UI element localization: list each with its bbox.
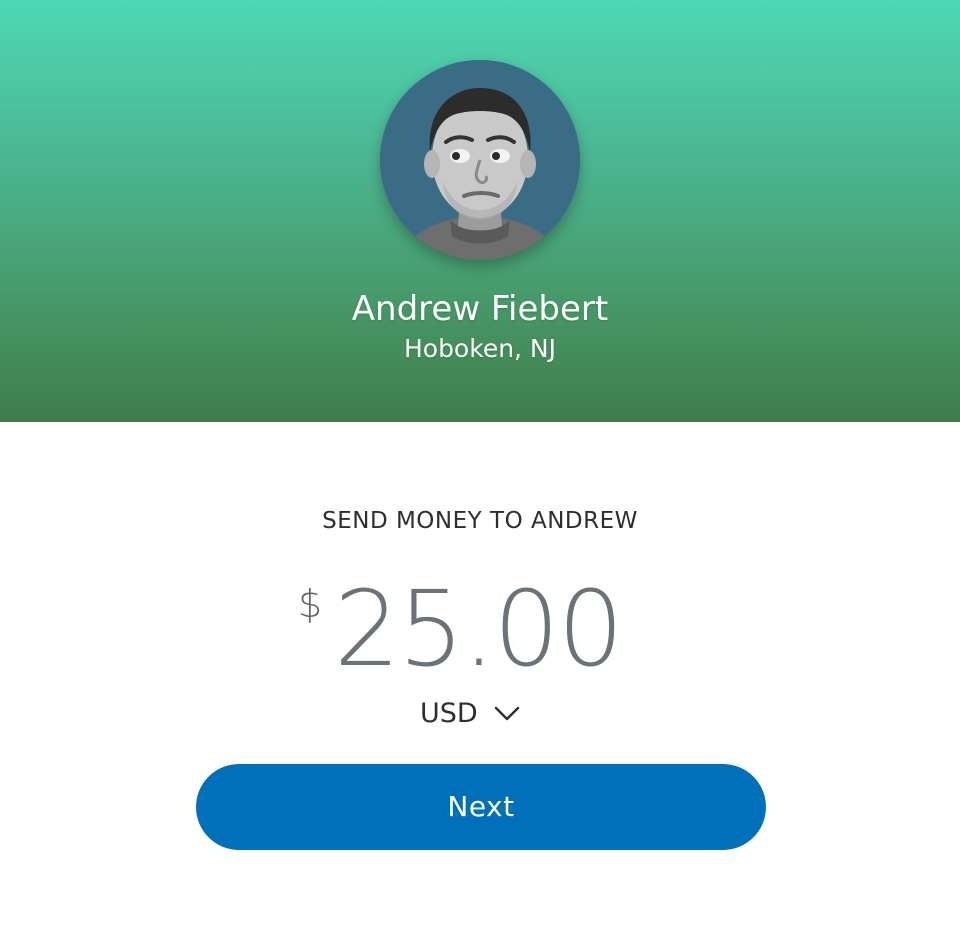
- currency-code: USD: [420, 698, 478, 729]
- currency-symbol: $: [298, 582, 323, 626]
- chevron-down-icon: [494, 706, 519, 721]
- amount-input[interactable]: 25.00: [334, 570, 624, 688]
- currency-dropdown[interactable]: USD: [420, 694, 520, 734]
- recipient-name: Andrew Fiebert: [351, 289, 609, 329]
- profile-header: Andrew Fiebert Hoboken, NJ: [0, 0, 960, 422]
- user-photo-icon: [380, 60, 580, 260]
- send-money-title: SEND MONEY TO ANDREW: [322, 508, 638, 534]
- recipient-location: Hoboken, NJ: [403, 334, 557, 363]
- amount-display: $ 25.00: [0, 570, 960, 690]
- next-button[interactable]: Next: [196, 764, 766, 850]
- recipient-avatar: [380, 60, 580, 260]
